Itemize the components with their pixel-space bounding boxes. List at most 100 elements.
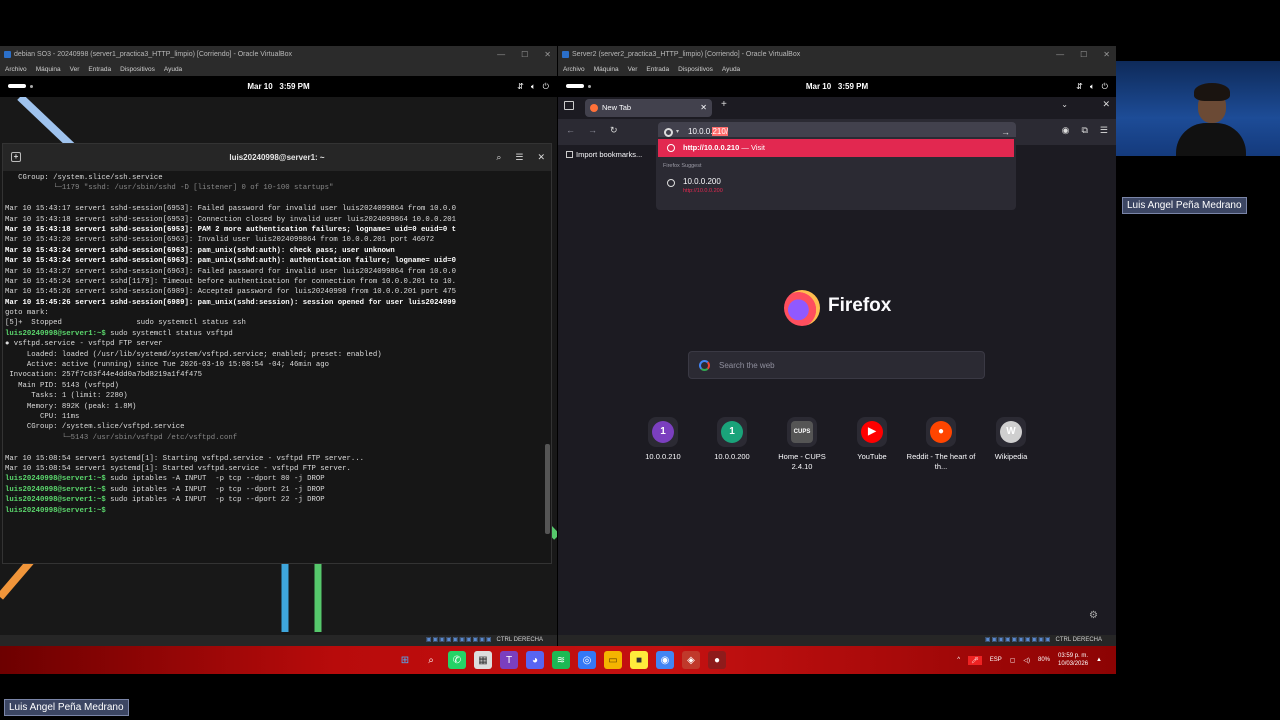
chevron-up-icon[interactable]: ^	[957, 657, 960, 663]
obs-icon[interactable]: ●	[708, 651, 726, 669]
close-icon[interactable]: ✕	[544, 46, 551, 63]
virtualbox-taskbar-icon[interactable]: ◈	[682, 651, 700, 669]
import-bookmarks-button[interactable]: Import bookmarks...	[566, 150, 642, 159]
terminal-window[interactable]: + luis20240998@server1: ~ ⌕ ☰ ✕ CGroup: /s…	[2, 143, 552, 564]
menu-entrada[interactable]: Entrada	[646, 63, 669, 76]
calculator-icon[interactable]: ▦	[474, 651, 492, 669]
taskbar-clock[interactable]: 03:59 p. m. 10/03/2026	[1058, 652, 1088, 668]
power-icon[interactable]: ⏻	[543, 76, 549, 97]
vbox-device-icons[interactable]: ▣▣▣▣▣▣▣▣▣▣	[426, 637, 493, 643]
battery-level[interactable]: 80%	[1038, 657, 1050, 663]
menu-archivo[interactable]: Archivo	[563, 63, 585, 76]
back-arrow-icon[interactable]: ←	[566, 125, 575, 135]
chevron-down-icon[interactable]: ⌄	[1061, 100, 1068, 109]
network-icon[interactable]: ▢	[1010, 657, 1016, 664]
windows-taskbar: ⊞ ⌕ ✆ ▦ T ◕ ≋ ◎ ▭ ■ ◉ ◈ ● ^ 🎤︎ ESP ▢ ◁) …	[0, 646, 1116, 674]
maximize-icon[interactable]: ☐	[521, 46, 528, 63]
close-window-icon[interactable]: ✕	[1102, 99, 1110, 110]
suggestion-visit-row[interactable]: http://10.0.0.210 — Visit	[658, 139, 1014, 157]
terminal-line: Mar 10 15:08:54 server1 systemd[1]: Star…	[5, 464, 351, 473]
account-icon[interactable]: ◉	[1062, 125, 1070, 136]
terminal-line: [5]+ Stopped sudo systemctl status ssh	[5, 319, 246, 328]
menu-maquina[interactable]: Máquina	[594, 63, 619, 76]
terminal-headerbar[interactable]: + luis20240998@server1: ~ ⌕ ☰ ✕	[3, 144, 551, 171]
sticky-notes-icon[interactable]: ■	[630, 651, 648, 669]
extensions-icon[interactable]: ⧉	[1081, 125, 1087, 136]
top-site-tile[interactable]: 1 10.0.0.200	[697, 417, 767, 462]
discord-icon[interactable]: ◕	[526, 651, 544, 669]
virtualbox-window-server1[interactable]: debian SO3 - 20240998 (server1_practica3…	[0, 46, 557, 646]
language-indicator[interactable]: ESP	[990, 657, 1002, 663]
menu-dispositivos[interactable]: Dispositivos	[120, 63, 155, 76]
minimize-icon[interactable]: —	[1056, 46, 1064, 63]
chrome-icon[interactable]: ◎	[578, 651, 596, 669]
close-tab-icon[interactable]: ✕	[700, 99, 707, 117]
vbox-device-icons[interactable]: ▣▣▣▣▣▣▣▣▣▣	[985, 637, 1052, 643]
top-site-tile[interactable]: 1 10.0.0.210	[628, 417, 698, 462]
webcam-person-hair	[1194, 83, 1230, 101]
host-key-label: CTRL DERECHA	[1055, 637, 1102, 643]
volume-icon[interactable]: 🔈︎	[1090, 76, 1095, 97]
volume-icon[interactable]: 🔈︎	[531, 76, 536, 97]
gnome-clock[interactable]: Mar 10 3:59 PM	[0, 76, 557, 97]
terminal-line: CPU: 11ms	[5, 412, 80, 421]
vbox-titlebar[interactable]: debian SO3 - 20240998 (server1_practica3…	[0, 46, 557, 63]
search-icon[interactable]: ⌕	[422, 651, 440, 669]
terminal-line: CGroup: /system.slice/vsftpd.service	[5, 423, 185, 432]
terminal-scrollbar[interactable]	[545, 444, 550, 534]
menu-archivo[interactable]: Archivo	[5, 63, 27, 76]
new-tab-icon[interactable]: +	[11, 152, 21, 162]
network-icon[interactable]: ⇵	[517, 76, 524, 97]
new-tab-plus-icon[interactable]: +	[721, 99, 727, 110]
top-site-tile[interactable]: ● Reddit - The heart of th...	[906, 417, 976, 472]
terminal-output[interactable]: CGroup: /system.slice/ssh.service └─1179…	[5, 173, 543, 563]
search-icon[interactable]: ⌕	[496, 144, 501, 171]
terminal-line: Loaded: loaded (/usr/lib/systemd/system/…	[5, 350, 382, 359]
virtualbox-window-server2[interactable]: Server2 (server2_practica3_HTTP_limpio) …	[558, 46, 1116, 646]
terminal-line: luis20240998@server1:~$ sudo iptables -A…	[5, 485, 325, 494]
notification-icon[interactable]: ▲	[1096, 657, 1102, 663]
menu-ayuda[interactable]: Ayuda	[722, 63, 740, 76]
url-autofill-selection: 210/	[712, 127, 729, 136]
menu-maquina[interactable]: Máquina	[36, 63, 61, 76]
newtab-search-input[interactable]: Search the web	[688, 351, 985, 379]
top-site-tile[interactable]: CUPS Home - CUPS 2.4.10	[767, 417, 837, 472]
maximize-icon[interactable]: ☐	[1080, 46, 1087, 63]
menu-ver[interactable]: Ver	[628, 63, 638, 76]
vbox-statusbar: ▣▣▣▣▣▣▣▣▣▣ CTRL DERECHA	[0, 635, 557, 646]
network-icon[interactable]: ⇵	[1076, 76, 1083, 97]
chrome-profile-icon[interactable]: ◉	[656, 651, 674, 669]
gear-icon[interactable]: ⚙	[1089, 610, 1098, 621]
top-site-tile[interactable]: W Wikipedia	[976, 417, 1046, 462]
minimize-icon[interactable]: —	[497, 46, 505, 63]
terminal-line: Mar 10 15:43:20 server1 sshd-session[696…	[5, 236, 435, 245]
top-site-icon: ▶	[857, 417, 887, 447]
menu-entrada[interactable]: Entrada	[88, 63, 111, 76]
microphone-icon[interactable]: 🎤︎	[968, 655, 982, 665]
teams-icon[interactable]: T	[500, 651, 518, 669]
gnome-clock[interactable]: Mar 10 3:59 PM	[558, 76, 1116, 97]
forward-arrow-icon[interactable]: →	[588, 125, 597, 135]
whatsapp-icon[interactable]: ✆	[448, 651, 466, 669]
volume-icon[interactable]: ◁)	[1023, 657, 1030, 664]
top-site-tile[interactable]: ▶ YouTube	[837, 417, 907, 462]
tab-new-tab[interactable]: New Tab ✕	[585, 99, 712, 117]
menu-ver[interactable]: Ver	[70, 63, 80, 76]
close-icon[interactable]: ✕	[1103, 46, 1110, 63]
url-typed-text: 10.0.0.	[688, 127, 713, 136]
file-explorer-icon[interactable]: ▭	[604, 651, 622, 669]
reload-icon[interactable]: ↻	[610, 125, 618, 136]
terminal-line: Mar 10 15:45:26 server1 sshd-session[698…	[5, 288, 457, 297]
suggestion-history-row[interactable]: 10.0.0.200 http://10.0.0.200	[658, 173, 1014, 197]
menu-ayuda[interactable]: Ayuda	[164, 63, 182, 76]
tab-list-icon[interactable]	[564, 101, 574, 110]
firefox-window[interactable]: New Tab ✕ + ⌄ ✕ ← → ↻ ▾ 10.0.0.210/ → ◉ ⧉…	[558, 97, 1116, 635]
menu-dispositivos[interactable]: Dispositivos	[678, 63, 713, 76]
vbox-titlebar[interactable]: Server2 (server2_practica3_HTTP_limpio) …	[558, 46, 1116, 63]
close-icon[interactable]: ✕	[537, 144, 545, 171]
spotify-icon[interactable]: ≋	[552, 651, 570, 669]
hamburger-menu-icon[interactable]: ☰	[515, 144, 523, 171]
hamburger-menu-icon[interactable]: ☰	[1100, 125, 1108, 136]
windows-start-icon[interactable]: ⊞	[396, 651, 414, 669]
power-icon[interactable]: ⏻	[1102, 76, 1108, 97]
